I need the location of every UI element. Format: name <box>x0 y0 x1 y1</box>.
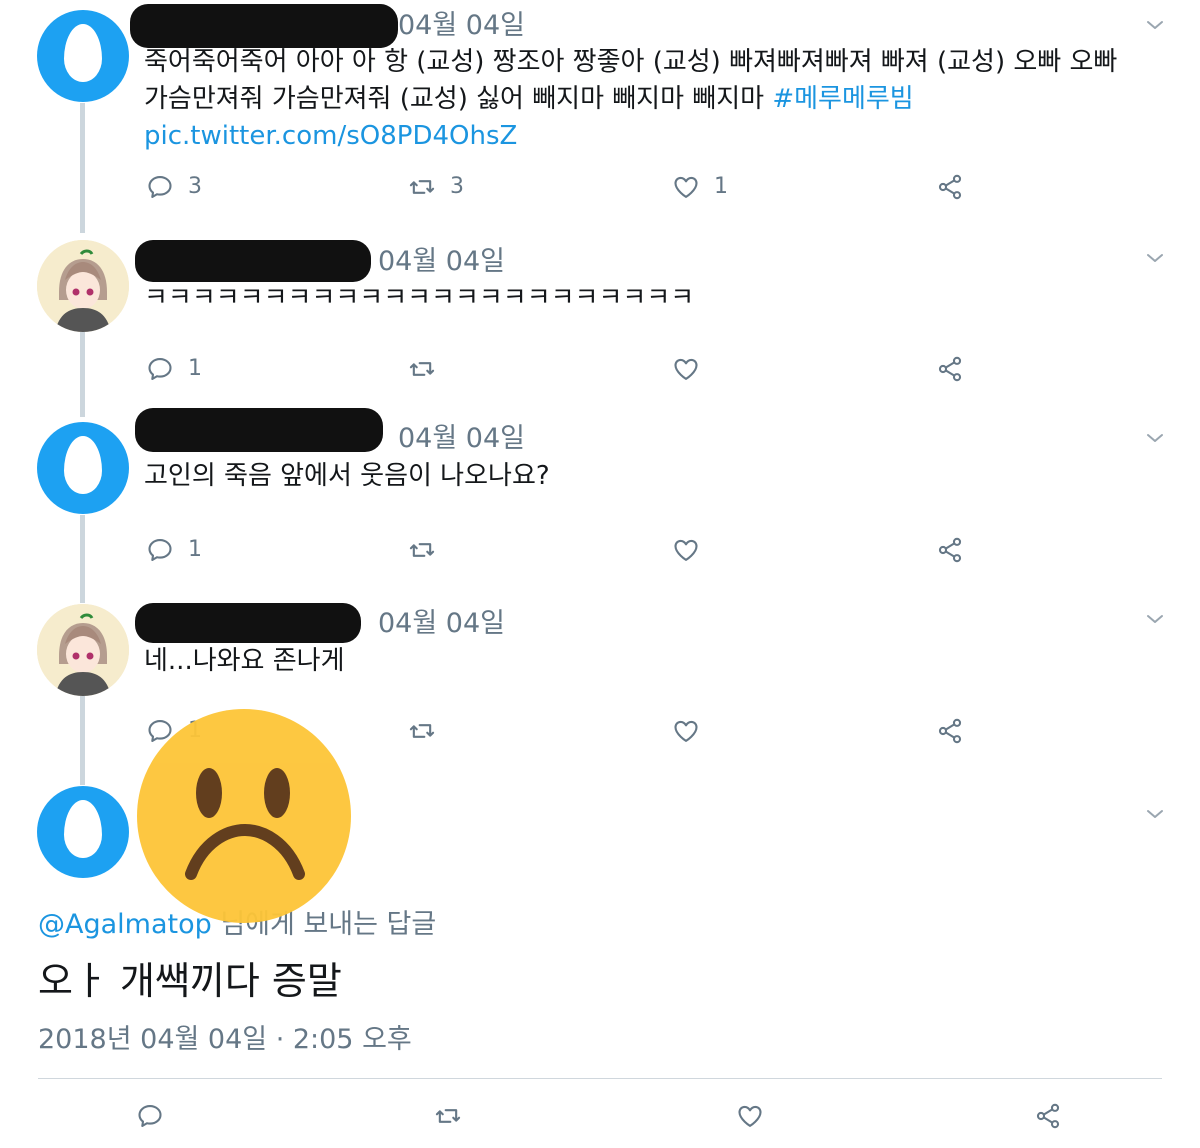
reply-button[interactable]: 3 <box>146 173 202 201</box>
egg-avatar-icon[interactable] <box>37 10 129 102</box>
media-link[interactable]: pic.twitter.com/sO8PD4OhsZ <box>144 121 517 151</box>
retweet-icon <box>408 355 436 383</box>
thread-line <box>80 332 85 417</box>
reply-icon <box>146 355 174 383</box>
like-button[interactable] <box>672 355 700 383</box>
reply-button[interactable]: 1 <box>146 355 202 383</box>
tweet-date: 04월 04일 <box>398 10 525 41</box>
share-icon <box>936 173 964 201</box>
share-button[interactable] <box>936 173 964 201</box>
user-avatar[interactable] <box>37 604 129 696</box>
user-avatar[interactable] <box>37 240 129 332</box>
like-icon <box>672 355 700 383</box>
like-icon <box>672 536 700 564</box>
reply-icon <box>146 173 174 201</box>
retweet-icon <box>408 717 436 745</box>
chevron-down-icon[interactable] <box>1143 246 1167 270</box>
share-icon <box>936 355 964 383</box>
reply-button[interactable]: 1 <box>146 536 202 564</box>
thread-line <box>80 515 85 603</box>
like-button[interactable]: 1 <box>672 173 728 201</box>
share-button[interactable] <box>936 536 964 564</box>
tweet-text: 네...나와요 존나게 <box>144 646 345 676</box>
tweet-text: ㅋㅋㅋㅋㅋㅋㅋㅋㅋㅋㅋㅋㅋㅋㅋㅋㅋㅋㅋㅋㅋㅋㅋ <box>144 283 695 313</box>
like-icon <box>672 173 700 201</box>
reply-button[interactable] <box>136 1102 164 1130</box>
retweet-button[interactable]: 3 <box>408 173 464 201</box>
anime-avatar-icon <box>37 240 129 332</box>
thread-line <box>80 103 85 233</box>
egg-avatar-icon[interactable] <box>37 422 129 514</box>
main-tweet-text: 오ㅏ 개쌕끼다 증말 <box>38 959 342 1003</box>
divider <box>38 1078 1162 1079</box>
like-button[interactable] <box>672 536 700 564</box>
like-button[interactable] <box>736 1102 764 1130</box>
redacted-username <box>135 240 371 282</box>
tweet-date: 04월 04일 <box>378 246 505 277</box>
reply-icon <box>136 1102 164 1130</box>
retweet-icon <box>408 173 436 201</box>
redacted-username <box>135 603 361 643</box>
retweet-icon <box>408 536 436 564</box>
like-icon <box>672 717 700 745</box>
tweet-date: 04월 04일 <box>378 608 505 639</box>
retweet-button[interactable] <box>434 1102 462 1130</box>
share-icon <box>936 717 964 745</box>
frowning-face-emoji <box>137 709 351 923</box>
share-button[interactable] <box>936 717 964 745</box>
tweet-text: 죽어죽어죽어 아아 아 항 (교성) 짱조아 짱좋아 (교성) 빠져빠져빠져 빠… <box>144 47 1118 151</box>
tweet-text: 고인의 죽음 앞에서 웃음이 나오나요? <box>144 461 550 491</box>
share-button[interactable] <box>1034 1102 1062 1130</box>
anime-avatar-icon <box>37 604 129 696</box>
chevron-down-icon[interactable] <box>1143 13 1167 37</box>
share-icon <box>1034 1102 1062 1130</box>
retweet-icon <box>434 1102 462 1130</box>
chevron-down-icon[interactable] <box>1143 607 1167 631</box>
share-icon <box>936 536 964 564</box>
like-button[interactable] <box>672 717 700 745</box>
redacted-username <box>135 408 383 452</box>
like-icon <box>736 1102 764 1130</box>
share-button[interactable] <box>936 355 964 383</box>
retweet-button[interactable] <box>408 355 436 383</box>
reply-icon <box>146 536 174 564</box>
tweet-timestamp: 2018년 04월 04일 · 2:05 오후 <box>38 1024 412 1055</box>
retweet-button[interactable] <box>408 536 436 564</box>
thread-line <box>80 695 85 785</box>
egg-avatar-icon[interactable] <box>37 786 129 878</box>
hashtag-link[interactable]: #메루메루빔 <box>772 84 913 114</box>
redacted-username <box>130 4 398 48</box>
chevron-down-icon[interactable] <box>1143 426 1167 450</box>
retweet-button[interactable] <box>408 717 436 745</box>
tweet-date: 04월 04일 <box>398 423 525 454</box>
chevron-down-icon[interactable] <box>1143 802 1167 826</box>
